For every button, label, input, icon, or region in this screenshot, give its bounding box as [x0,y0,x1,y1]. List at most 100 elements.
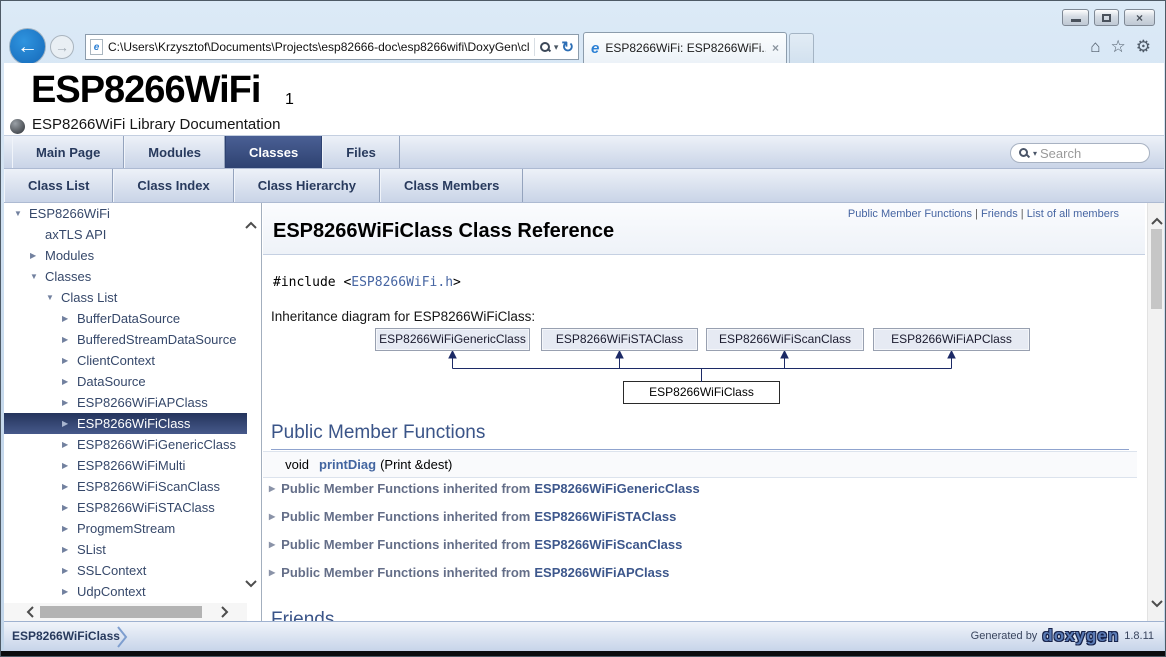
tab-class-hierarchy[interactable]: Class Hierarchy [234,169,380,202]
expand-icon[interactable]: ▶ [62,539,76,560]
favorites-icon[interactable]: ☆ [1111,36,1126,58]
title-bar[interactable]: × [1,1,1165,31]
sidebar-item-esp8266wifiscanclass[interactable]: ▶ESP8266WiFiScanClass [4,476,247,497]
tab-class-members[interactable]: Class Members [380,169,523,202]
sidebar-item-esp8266wifimulti[interactable]: ▶ESP8266WiFiMulti [4,455,247,476]
diagram-node-scanclass[interactable]: ESP8266WiFiScanClass [706,328,864,351]
summary-link-all-members[interactable]: List of all members [1027,208,1119,220]
sidebar-item-modules[interactable]: ▶Modules [4,245,247,266]
expand-icon[interactable]: ▶ [269,512,275,521]
expand-icon[interactable]: ▶ [62,497,76,518]
tools-icon[interactable]: ⚙ [1136,36,1151,58]
search-input[interactable] [1040,146,1141,161]
inherited-section-scanclass[interactable]: ▶ Public Member Functions inherited from… [269,534,682,554]
scroll-down-icon[interactable] [1150,595,1164,613]
collapse-icon[interactable]: ▼ [46,287,60,308]
expand-icon[interactable]: ▶ [62,560,76,581]
browser-tab[interactable]: e ESP8266WiFi: ESP8266WiFi... × [583,32,787,63]
diagram-node-genericclass[interactable]: ESP8266WiFiGenericClass [375,328,530,351]
sidebar-item-bufferdatasource[interactable]: ▶BufferDataSource [4,308,247,329]
summary-link-public-members[interactable]: Public Member Functions [848,208,972,220]
address-input[interactable] [108,40,534,54]
inherited-class-link[interactable]: ESP8266WiFiSTAClass [534,509,676,524]
expand-icon[interactable]: ▶ [62,518,76,539]
nav-tree: ▼ESP8266WiFi axTLS API ▶Modules ▼Classes… [4,203,247,602]
sidebar-item-sslcontext[interactable]: ▶SSLContext [4,560,247,581]
sidebar-item-udpcontext[interactable]: ▶UdpContext [4,581,247,602]
inherited-class-link[interactable]: ESP8266WiFiAPClass [534,565,669,580]
expand-icon[interactable]: ▶ [269,540,275,549]
include-file-link[interactable]: ESP8266WiFi.h [351,275,453,290]
expand-icon[interactable]: ▶ [62,413,76,434]
expand-icon[interactable]: ▶ [62,350,76,371]
tab-main-page[interactable]: Main Page [12,136,124,168]
generated-by-label: Generated by [971,630,1038,642]
search-dropdown-icon[interactable]: ▾ [554,42,559,53]
sidebar-item-progmemstream[interactable]: ▶ProgmemStream [4,518,247,539]
collapse-icon[interactable]: ▼ [14,203,28,224]
sidebar-item-esp8266wifistaclass[interactable]: ▶ESP8266WiFiSTAClass [4,497,247,518]
sidebar-nav: ▼ESP8266WiFi axTLS API ▶Modules ▼Classes… [4,203,262,621]
sidebar-item-esp8266wifigenericclass[interactable]: ▶ESP8266WiFiGenericClass [4,434,247,455]
home-icon[interactable]: ⌂ [1090,36,1100,58]
doxygen-search-box[interactable]: ▾ [1010,143,1150,163]
sidebar-item-slist[interactable]: ▶SList [4,539,247,560]
sidebar-horizontal-scrollbar[interactable] [4,603,247,621]
sidebar-item-class-list[interactable]: ▼Class List [4,287,247,308]
minimize-button[interactable] [1062,9,1089,26]
diagram-node-apclass[interactable]: ESP8266WiFiAPClass [873,328,1030,351]
horizontal-scroll-thumb[interactable] [40,606,202,618]
sidebar-item-bufferedstreamdatasource[interactable]: ▶BufferedStreamDataSource [4,329,247,350]
forward-button[interactable]: → [50,35,74,59]
close-button[interactable]: × [1124,9,1155,26]
expand-icon[interactable]: ▶ [62,476,76,497]
member-row: void printDiag (Print &dest) [263,451,1137,478]
tab-class-list[interactable]: Class List [4,169,113,202]
tab-modules[interactable]: Modules [124,136,225,168]
sidebar-item-esp8266wificlass[interactable]: ▶ESP8266WiFiClass [4,413,247,434]
tab-close-icon[interactable]: × [772,41,779,55]
inherited-class-link[interactable]: ESP8266WiFiScanClass [534,537,682,552]
summary-link-friends[interactable]: Friends [981,208,1018,220]
scroll-thumb[interactable] [1151,229,1162,309]
address-bar[interactable]: e ▾ ↻ [85,34,579,60]
member-name-link[interactable]: printDiag [319,457,376,472]
maximize-button[interactable] [1094,9,1119,26]
refresh-icon[interactable]: ↻ [561,38,574,56]
sidebar-item-datasource[interactable]: ▶DataSource [4,371,247,392]
expand-icon[interactable]: ▶ [269,568,275,577]
diagram-node-staclass[interactable]: ESP8266WiFiSTAClass [541,328,698,351]
sidebar-item-classes[interactable]: ▼Classes [4,266,247,287]
sidebar-item-esp8266wifiapclass[interactable]: ▶ESP8266WiFiAPClass [4,392,247,413]
search-icon[interactable] [539,41,551,53]
expand-icon[interactable]: ▶ [269,484,275,493]
expand-icon[interactable]: ▶ [62,434,76,455]
content-scrollbar[interactable] [1147,203,1164,621]
expand-icon[interactable]: ▶ [62,371,76,392]
inherited-class-link[interactable]: ESP8266WiFiGenericClass [534,481,699,496]
back-button[interactable]: ← [9,28,46,65]
sidebar-scroll-up[interactable] [244,217,258,235]
collapse-icon[interactable]: ▼ [30,266,44,287]
tab-class-index[interactable]: Class Index [113,169,233,202]
tab-files[interactable]: Files [322,136,400,168]
inherited-section-apclass[interactable]: ▶ Public Member Functions inherited from… [269,562,669,582]
expand-icon[interactable]: ▶ [62,581,76,602]
search-dropdown-icon[interactable]: ▾ [1033,149,1037,158]
sidebar-item-axtls-api[interactable]: axTLS API [4,224,247,245]
inherited-section-staclass[interactable]: ▶ Public Member Functions inherited from… [269,506,676,526]
new-tab-button[interactable] [789,33,814,63]
sidebar-item-clientcontext[interactable]: ▶ClientContext [4,350,247,371]
sidebar-item-esp8266wifi[interactable]: ▼ESP8266WiFi [4,203,247,224]
ie-icon: e [591,41,599,56]
sidebar-scroll-down[interactable] [244,575,258,593]
inherited-section-genericclass[interactable]: ▶ Public Member Functions inherited from… [269,478,700,498]
expand-icon[interactable]: ▶ [62,329,76,350]
expand-icon[interactable]: ▶ [62,308,76,329]
expand-icon[interactable]: ▶ [30,245,44,266]
doxygen-logo[interactable]: doxygen [1042,626,1119,646]
expand-icon[interactable]: ▶ [62,455,76,476]
breadcrumb[interactable]: ESP8266WiFiClass [12,629,120,643]
expand-icon[interactable]: ▶ [62,392,76,413]
tab-classes[interactable]: Classes [225,136,322,168]
